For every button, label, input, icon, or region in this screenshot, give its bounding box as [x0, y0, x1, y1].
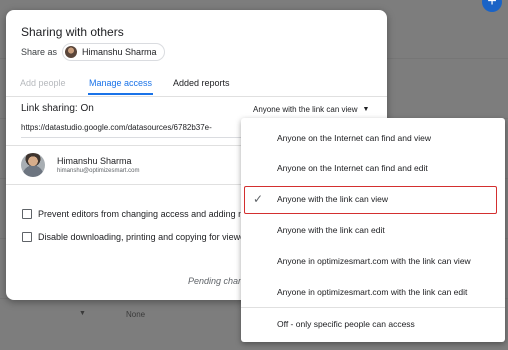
menu-item-off[interactable]: Off - only specific people can access	[241, 308, 505, 340]
tab-added-reports[interactable]: Added reports	[173, 76, 230, 98]
avatar	[21, 153, 45, 177]
prevent-editors-checkbox[interactable]	[22, 209, 32, 219]
menu-item-label: Anyone in optimizesmart.com with the lin…	[277, 256, 471, 266]
chevron-down-icon: ▼	[79, 310, 86, 317]
menu-item-label: Off - only specific people can access	[277, 319, 415, 329]
link-sharing-menu: Anyone on the Internet can find and view…	[241, 118, 505, 342]
menu-item-label: Anyone with the link can view	[277, 194, 389, 204]
tab-divider	[6, 96, 387, 97]
share-as-user-name: Himanshu Sharma	[82, 47, 157, 57]
menu-item-label: Anyone with the link can edit	[277, 225, 385, 235]
menu-item-domain-edit[interactable]: Anyone in optimizesmart.com with the lin…	[241, 276, 505, 308]
pending-changes-text: Pending chang	[188, 276, 249, 286]
menu-item-domain-view[interactable]: Anyone in optimizesmart.com with the lin…	[241, 245, 505, 277]
link-sharing-dropdown[interactable]: Anyone with the link can view ▼	[253, 105, 369, 114]
menu-item-internet-view[interactable]: Anyone on the Internet can find and view	[241, 122, 505, 154]
user-email: himanshu@optimizesmart.com	[57, 168, 140, 174]
share-as-user-chip[interactable]: Himanshu Sharma	[62, 43, 165, 61]
tab-manage-access-label: Manage access	[89, 78, 153, 88]
share-as-row: Share as Himanshu Sharma	[21, 43, 165, 61]
dialog-title: Sharing with others	[21, 25, 124, 39]
check-icon: ✓	[253, 192, 264, 206]
prevent-editors-option[interactable]: Prevent editors from changing access and…	[22, 209, 243, 219]
menu-item-link-view[interactable]: ✓ Anyone with the link can view	[241, 183, 505, 215]
menu-item-label: Anyone in optimizesmart.com with the lin…	[277, 287, 468, 297]
share-url-field[interactable]: https://datastudio.google.com/datasource…	[21, 123, 256, 138]
disable-downloading-label: Disable downloading, printing and copyin…	[38, 232, 246, 242]
tab-add-people[interactable]: Add people	[20, 76, 66, 98]
caret-down-icon: ▼	[362, 106, 370, 113]
menu-item-internet-edit[interactable]: Anyone on the Internet can find and edit	[241, 152, 505, 184]
background-none-label: None	[126, 310, 146, 319]
disable-downloading-option[interactable]: Disable downloading, printing and copyin…	[22, 232, 245, 242]
tab-manage-access[interactable]: Manage access	[88, 76, 154, 98]
menu-item-label: Anyone on the Internet can find and view	[277, 133, 432, 143]
user-row: Himanshu Sharma himanshu@optimizesmart.c…	[21, 153, 139, 177]
share-as-label: Share as	[21, 47, 58, 57]
link-sharing-label: Link sharing: On	[21, 103, 94, 114]
active-tab-indicator	[88, 93, 154, 95]
prevent-editors-label: Prevent editors from changing access and…	[38, 209, 244, 219]
add-fab-button[interactable]: +	[482, 0, 502, 12]
disable-downloading-checkbox[interactable]	[22, 232, 32, 242]
menu-item-label: Anyone on the Internet can find and edit	[277, 163, 428, 173]
avatar	[65, 46, 78, 58]
link-sharing-value: Anyone with the link can view	[253, 105, 358, 114]
user-name: Himanshu Sharma	[57, 156, 132, 166]
tab-bar: Add people Manage access Added reports	[6, 76, 387, 98]
menu-item-link-edit[interactable]: Anyone with the link can edit	[241, 214, 505, 246]
